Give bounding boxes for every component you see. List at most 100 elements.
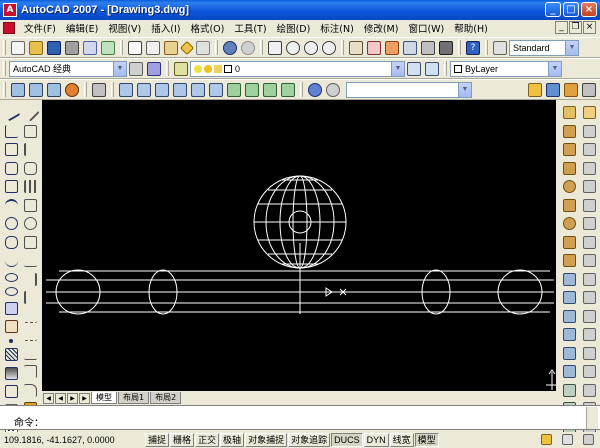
- move-icon[interactable]: [23, 198, 37, 212]
- box-icon[interactable]: [11, 82, 25, 97]
- chamfer-icon[interactable]: [23, 365, 37, 378]
- menu-draw[interactable]: 绘图(D): [272, 21, 316, 35]
- 3d-array-icon[interactable]: [582, 161, 596, 175]
- back-view-icon[interactable]: [209, 82, 223, 97]
- sun-properties-icon[interactable]: [582, 82, 596, 97]
- arc-icon[interactable]: [4, 198, 18, 212]
- stretch-icon[interactable]: [23, 254, 37, 267]
- pencil-icon[interactable]: [582, 106, 596, 119]
- loft-icon[interactable]: [562, 365, 576, 378]
- copy-object-icon[interactable]: [23, 124, 37, 138]
- text-style-icon[interactable]: [493, 40, 507, 55]
- menu-dimension[interactable]: 标注(N): [315, 21, 359, 35]
- snap-toggle[interactable]: 捕捉: [145, 433, 170, 447]
- grid-toggle[interactable]: 栅格: [170, 433, 195, 447]
- autocad-logo-icon[interactable]: A: [3, 3, 17, 17]
- cut-icon[interactable]: [128, 40, 142, 55]
- coordinate-readout[interactable]: 109.1816, -41.1627, 0.0000: [0, 435, 145, 445]
- zoom-window-icon[interactable]: [304, 40, 318, 55]
- polar-toggle[interactable]: 极轴: [220, 433, 245, 447]
- shell-icon[interactable]: [582, 309, 596, 323]
- layer-manager-icon[interactable]: [174, 61, 188, 76]
- region-icon[interactable]: [4, 385, 18, 398]
- left-view-icon[interactable]: [155, 82, 169, 97]
- chevron-down-icon[interactable]: ▼: [391, 61, 404, 76]
- sphere-solid-icon[interactable]: [562, 180, 576, 193]
- workspace-settings-icon[interactable]: [129, 61, 143, 76]
- ellipse-icon[interactable]: [4, 272, 18, 282]
- hatch-icon[interactable]: [4, 348, 18, 361]
- offset-faces-icon[interactable]: [582, 383, 596, 397]
- doc-close-button[interactable]: ×: [583, 21, 596, 34]
- rotate-icon[interactable]: [23, 217, 37, 230]
- front-view-icon[interactable]: [191, 82, 205, 97]
- offset-icon[interactable]: [23, 161, 37, 175]
- new-file-icon[interactable]: [11, 40, 25, 55]
- doc-restore-button[interactable]: ❐: [569, 21, 582, 34]
- tool-palettes-icon[interactable]: [385, 40, 399, 55]
- make-block-icon[interactable]: [4, 320, 18, 333]
- bottom-view-icon[interactable]: [137, 82, 151, 97]
- point-icon[interactable]: [9, 338, 13, 343]
- presspull-icon[interactable]: [562, 309, 576, 323]
- check-icon[interactable]: [582, 328, 596, 341]
- align-icon[interactable]: [582, 124, 596, 138]
- wedge-icon[interactable]: [29, 82, 43, 97]
- save-icon[interactable]: [47, 40, 61, 55]
- menu-view[interactable]: 视图(V): [103, 21, 146, 35]
- insert-block-icon[interactable]: [4, 301, 18, 315]
- redo-icon[interactable]: [241, 40, 255, 55]
- thicken-icon[interactable]: [582, 198, 596, 212]
- scale-icon[interactable]: [23, 235, 37, 249]
- view-dropdown[interactable]: ▼: [346, 81, 472, 98]
- pan-icon[interactable]: [268, 40, 282, 55]
- minimize-button[interactable]: _: [545, 2, 561, 17]
- layer-previous-icon[interactable]: [425, 61, 439, 76]
- chevron-down-icon[interactable]: ▼: [548, 61, 561, 76]
- menu-format[interactable]: 格式(O): [185, 21, 229, 35]
- print-preview-icon[interactable]: [83, 40, 97, 55]
- prev-tab-button[interactable]: ◀: [55, 393, 66, 404]
- copy-icon[interactable]: [146, 40, 160, 55]
- menu-edit[interactable]: 编辑(E): [61, 21, 103, 35]
- workspace-dropdown[interactable]: AutoCAD 经典 ▼: [9, 60, 127, 77]
- sphere-icon[interactable]: [65, 82, 79, 97]
- menu-file[interactable]: 文件(F): [19, 21, 61, 35]
- trim-icon[interactable]: [24, 272, 37, 286]
- extend-icon[interactable]: [23, 291, 37, 304]
- join-icon[interactable]: [23, 347, 37, 360]
- revolve-icon[interactable]: [562, 346, 576, 360]
- lights-icon[interactable]: [546, 82, 560, 97]
- break-icon[interactable]: [23, 328, 37, 341]
- torus-solid-icon[interactable]: [562, 217, 576, 230]
- cylinder-solid-icon[interactable]: [562, 198, 576, 212]
- calculator-icon[interactable]: [439, 40, 453, 55]
- drawing-canvas[interactable]: [42, 100, 558, 391]
- 3d-orbit-icon[interactable]: [308, 82, 322, 97]
- sw-isometric-icon[interactable]: [227, 82, 241, 97]
- wedge-solid-icon[interactable]: [562, 143, 576, 156]
- zoom-previous-icon[interactable]: [322, 40, 336, 55]
- ne-isometric-icon[interactable]: [263, 82, 277, 97]
- right-view-icon[interactable]: [173, 82, 187, 97]
- slice-icon[interactable]: [582, 180, 596, 193]
- back-arrow-icon[interactable]: [326, 82, 340, 97]
- menu-tools[interactable]: 工具(T): [229, 21, 271, 35]
- menu-insert[interactable]: 插入(I): [146, 21, 185, 35]
- cone-solid-icon[interactable]: [562, 161, 576, 175]
- help-icon[interactable]: ?: [466, 40, 480, 55]
- document-icon[interactable]: [3, 22, 15, 34]
- chevron-down-icon[interactable]: ▼: [458, 82, 471, 97]
- union-icon[interactable]: [562, 383, 576, 397]
- extrude-faces-icon[interactable]: [582, 346, 596, 360]
- box-solid-icon[interactable]: [562, 124, 576, 138]
- array-icon[interactable]: [23, 180, 37, 193]
- rectangle-icon[interactable]: [4, 180, 18, 193]
- lineweight-toggle[interactable]: 线宽: [389, 433, 414, 447]
- section-plane-icon[interactable]: [582, 217, 596, 230]
- markup-icon[interactable]: [421, 40, 435, 55]
- move-faces-icon[interactable]: [582, 365, 596, 378]
- ducs-toggle[interactable]: DUCS: [331, 433, 363, 447]
- toolbar-grip[interactable]: [3, 40, 6, 55]
- maximize-button[interactable]: □: [563, 2, 579, 17]
